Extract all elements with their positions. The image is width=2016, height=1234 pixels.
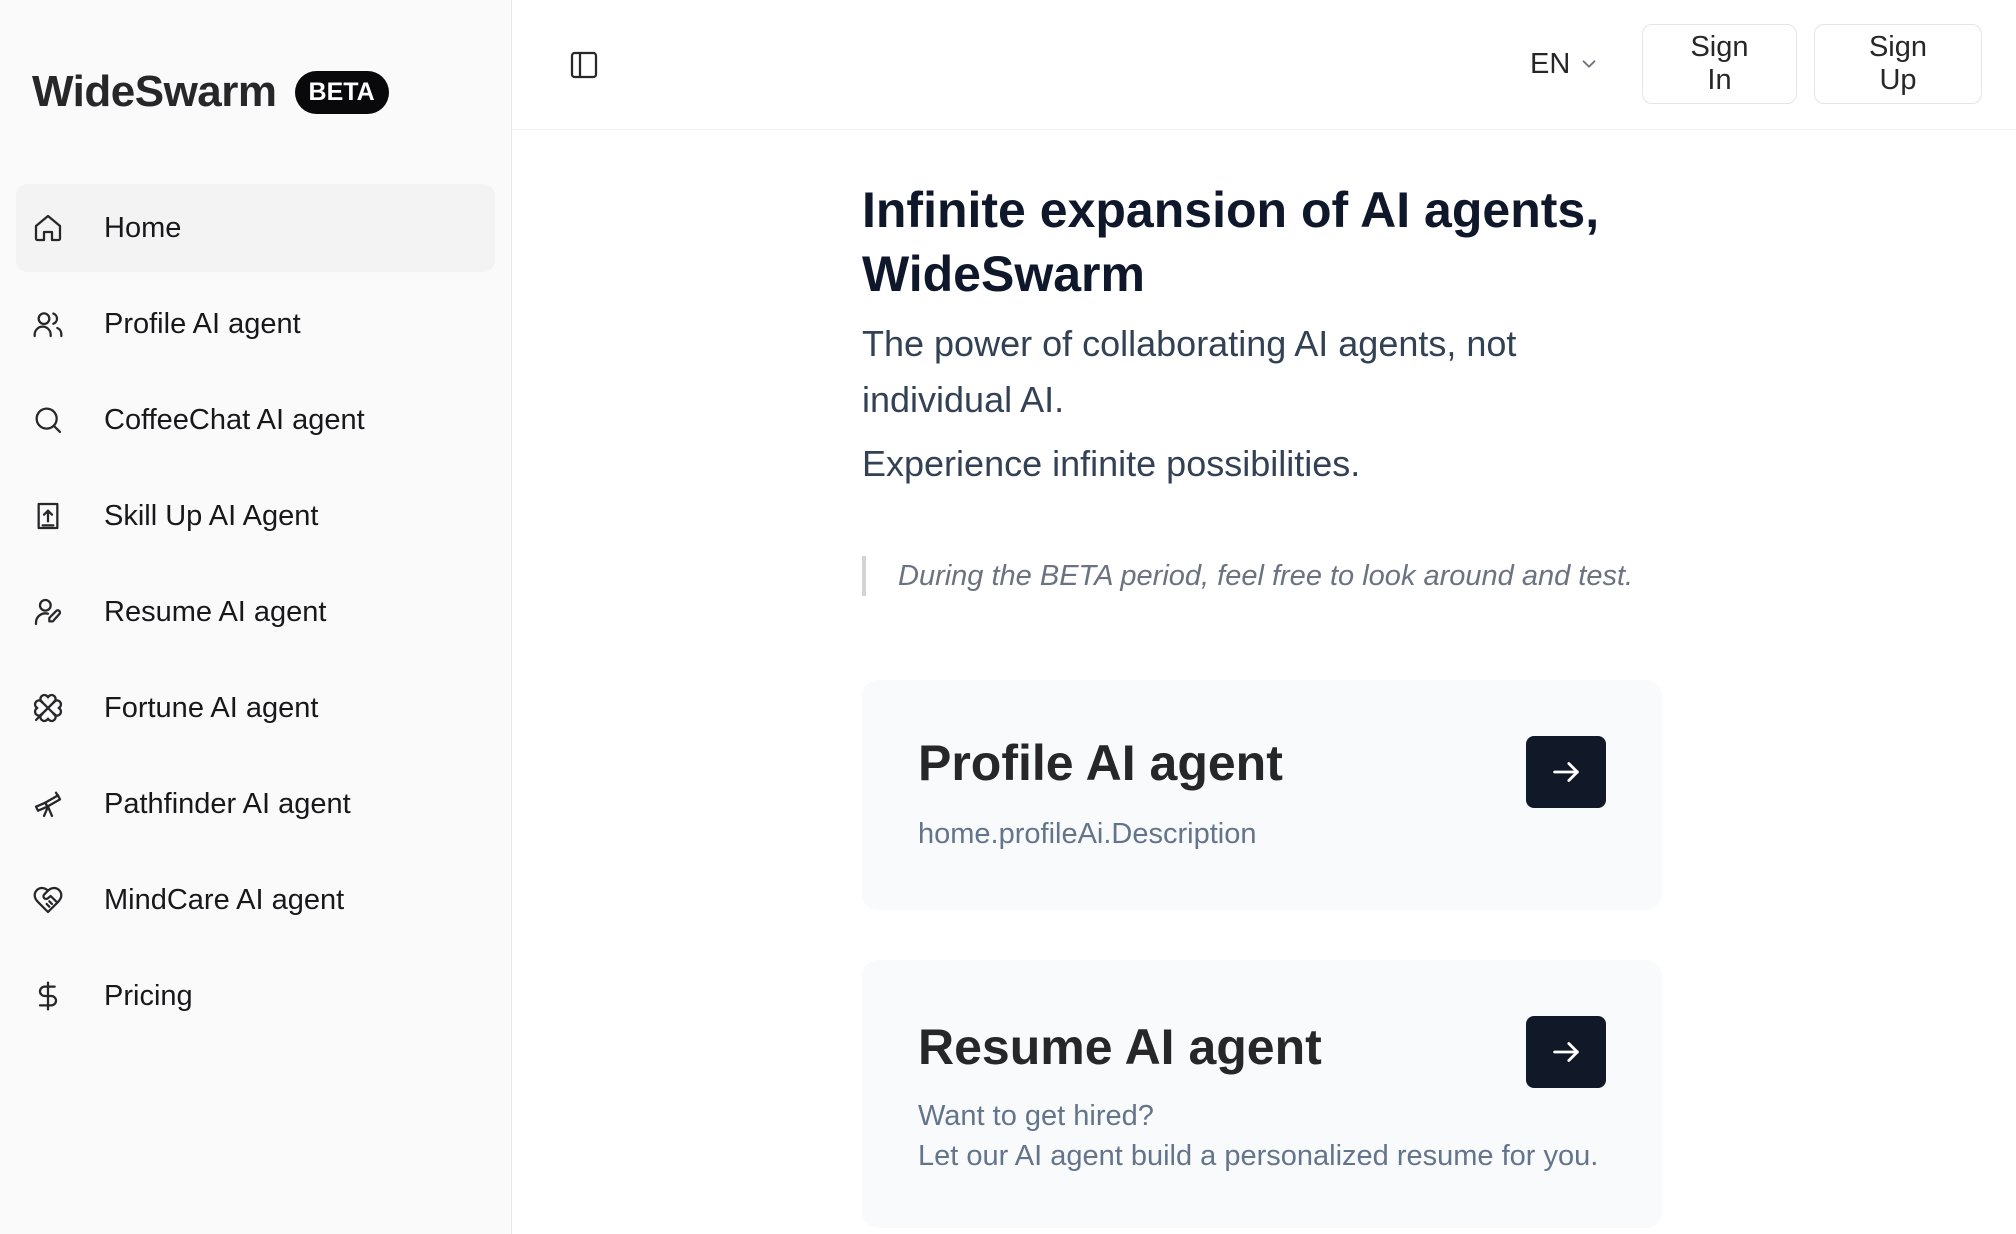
- arrow-right-icon: [1553, 1042, 1579, 1062]
- sidebar-item-label: Pricing: [104, 979, 193, 1012]
- sidebar-toggle-icon[interactable]: [564, 45, 604, 85]
- telescope-icon: [32, 788, 64, 820]
- clover-icon: [32, 692, 64, 724]
- sidebar-nav: Home Profile AI agent CoffeeChat AI agen…: [16, 184, 495, 1040]
- sidebar: WideSwarm BETA Home Profile AI agent Cof…: [0, 0, 512, 1234]
- sidebar-item-label: Skill Up AI Agent: [104, 499, 319, 532]
- sidebar-item-coffeechat-ai[interactable]: CoffeeChat AI agent: [16, 376, 495, 464]
- card-description-line: Want to get hired?: [918, 1100, 1154, 1132]
- sidebar-item-label: Profile AI agent: [104, 307, 301, 340]
- sidebar-item-profile-ai[interactable]: Profile AI agent: [16, 280, 495, 368]
- top-bar: EN Sign In Sign Up: [512, 0, 2016, 130]
- beta-notice: During the BETA period, feel free to loo…: [862, 556, 1862, 596]
- book-upload-icon: [32, 500, 64, 532]
- sign-in-button[interactable]: Sign In: [1642, 24, 1797, 104]
- agent-card-resume: Resume AI agent Want to get hired? Let o…: [862, 960, 1662, 1228]
- sidebar-item-pathfinder-ai[interactable]: Pathfinder AI agent: [16, 760, 495, 848]
- agent-card-profile: Profile AI agent home.profileAi.Descript…: [862, 680, 1662, 910]
- sidebar-item-label: Resume AI agent: [104, 595, 327, 628]
- card-title: Resume AI agent: [918, 1019, 1322, 1075]
- card-description-line: Let our AI agent build a personalized re…: [918, 1140, 1599, 1172]
- sidebar-item-skill-up-ai[interactable]: Skill Up AI Agent: [16, 472, 495, 560]
- hero-subtitle-secondary: Experience infinite possibilities.: [862, 443, 1361, 484]
- sidebar-item-pricing[interactable]: Pricing: [16, 952, 495, 1040]
- users-icon: [32, 308, 64, 340]
- sidebar-item-label: Fortune AI agent: [104, 691, 319, 724]
- home-icon: [32, 212, 64, 244]
- sidebar-item-label: Pathfinder AI agent: [104, 787, 351, 820]
- open-resume-agent-button[interactable]: [1526, 1016, 1606, 1088]
- card-description: home.profileAi.Description: [918, 818, 1257, 850]
- content-area: Infinite expansion of AI agents, WideSwa…: [862, 178, 1672, 1228]
- heart-handshake-icon: [32, 884, 64, 916]
- card-title: Profile AI agent: [918, 735, 1283, 791]
- sidebar-item-resume-ai[interactable]: Resume AI agent: [16, 568, 495, 656]
- language-selector[interactable]: EN: [1530, 44, 1600, 84]
- sidebar-item-label: MindCare AI agent: [104, 883, 345, 916]
- sidebar-item-fortune-ai[interactable]: Fortune AI agent: [16, 664, 495, 752]
- brand-name: WideSwarm: [32, 67, 277, 116]
- chevron-down-icon: [1582, 60, 1596, 68]
- hero-title: Infinite expansion of AI agents, WideSwa…: [862, 182, 1600, 302]
- sidebar-item-home[interactable]: Home: [16, 184, 495, 272]
- language-value: EN: [1530, 47, 1571, 80]
- hero-subtitle: The power of collaborating AI agents, no…: [862, 323, 1517, 420]
- main-panel: EN Sign In Sign Up Infinite expansion of…: [512, 0, 2016, 1234]
- user-pen-icon: [32, 596, 64, 628]
- brand[interactable]: WideSwarm BETA: [16, 0, 495, 184]
- open-profile-agent-button[interactable]: [1526, 736, 1606, 808]
- sign-up-button[interactable]: Sign Up: [1814, 24, 1982, 104]
- sidebar-item-mindcare-ai[interactable]: MindCare AI agent: [16, 856, 495, 944]
- sidebar-item-label: Home: [104, 211, 182, 244]
- arrow-right-icon: [1553, 762, 1579, 782]
- app-root: WideSwarm BETA Home Profile AI agent Cof…: [0, 0, 2016, 1234]
- beta-badge: BETA: [294, 70, 389, 114]
- search-icon: [32, 404, 64, 436]
- dollar-icon: [32, 980, 64, 1012]
- card-description: Want to get hired? Let our AI agent buil…: [918, 1096, 1598, 1176]
- sidebar-item-label: CoffeeChat AI agent: [104, 403, 365, 436]
